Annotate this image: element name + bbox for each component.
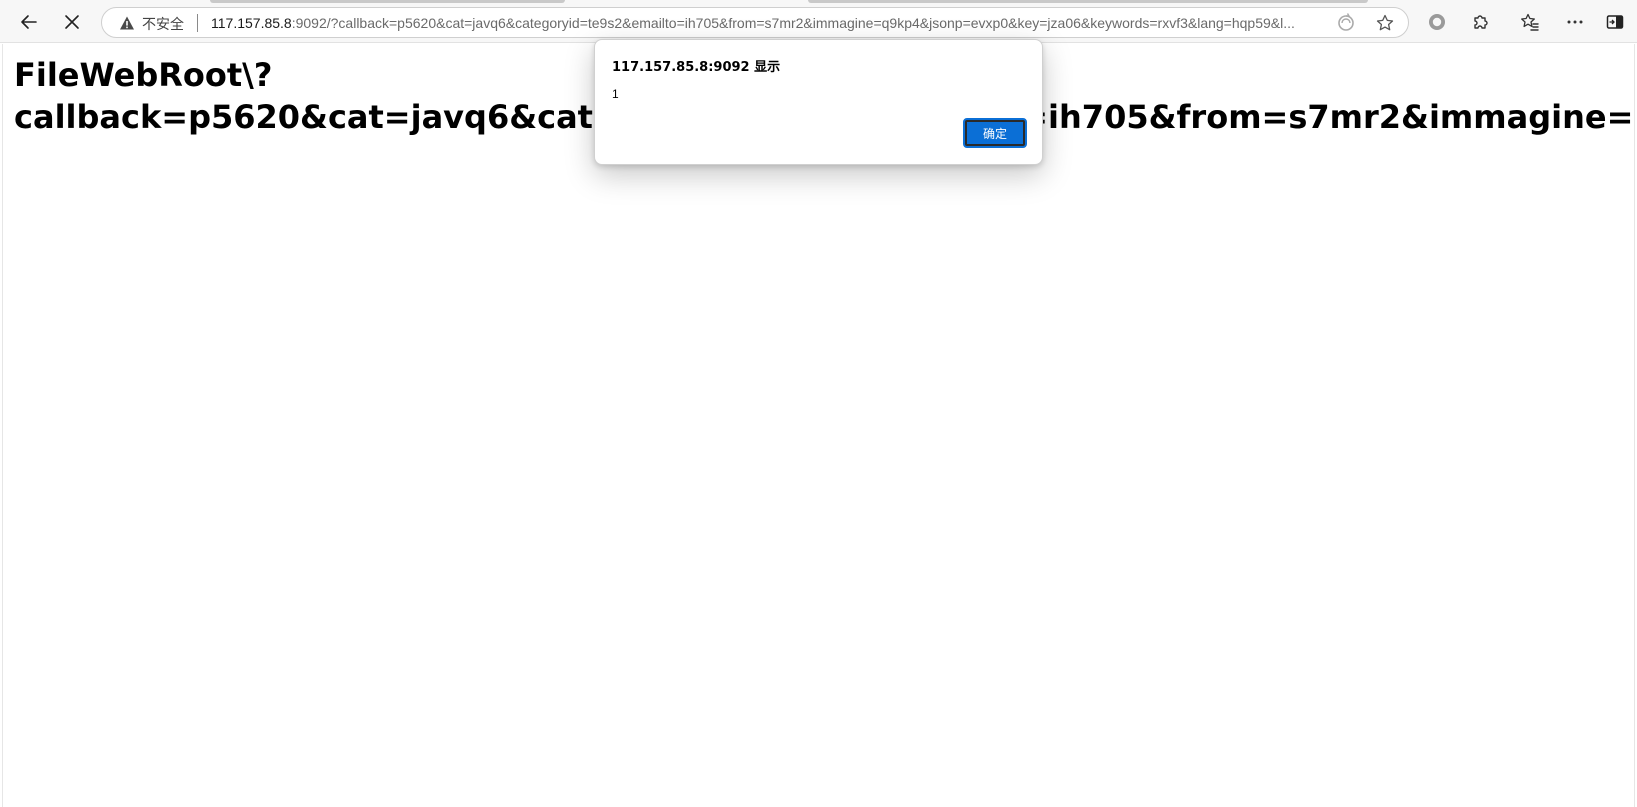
puzzle-extension-icon bbox=[1474, 15, 1488, 29]
alert-dialog: 117.157.85.8:9092 显示 1 确定 bbox=[594, 39, 1043, 165]
refresh-cycle-icon[interactable] bbox=[1336, 13, 1356, 33]
favorites-button[interactable] bbox=[1514, 6, 1546, 38]
back-button[interactable] bbox=[13, 6, 45, 38]
security-status-label[interactable]: 不安全 bbox=[142, 14, 184, 34]
sidebar-toggle-button[interactable] bbox=[1599, 6, 1631, 38]
stop-loading-button[interactable] bbox=[56, 6, 88, 38]
more-menu-button[interactable] bbox=[1559, 6, 1591, 38]
omnibox-divider bbox=[197, 14, 198, 32]
record-button[interactable] bbox=[1421, 6, 1453, 38]
record-icon bbox=[1429, 14, 1445, 30]
browser-toolbar: 不安全 117.157.85.8:9092/?callback=p5620&ca… bbox=[0, 0, 1637, 43]
address-bar[interactable]: 不安全 117.157.85.8:9092/?callback=p5620&ca… bbox=[101, 7, 1409, 38]
arrow-left-icon bbox=[21, 15, 37, 29]
url-text[interactable]: 117.157.85.8:9092/?callback=p5620&cat=ja… bbox=[211, 15, 1321, 31]
dialog-message: 1 bbox=[612, 87, 619, 101]
ok-button[interactable]: 确定 bbox=[963, 118, 1027, 148]
more-icon bbox=[1567, 20, 1583, 24]
star-icon[interactable] bbox=[1375, 13, 1395, 33]
tab-strip-edge bbox=[808, 0, 1368, 3]
warning-triangle-icon[interactable] bbox=[119, 15, 135, 31]
browser-window: 不安全 117.157.85.8:9092/?callback=p5620&ca… bbox=[0, 0, 1637, 807]
url-path: :9092/?callback=p5620&cat=javq6&category… bbox=[291, 15, 1295, 31]
extensions-button[interactable] bbox=[1465, 6, 1497, 38]
sidebar-toggle-icon bbox=[1606, 15, 1624, 29]
dialog-title: 117.157.85.8:9092 显示 bbox=[612, 60, 781, 75]
close-icon bbox=[65, 15, 79, 29]
tab-strip-edge bbox=[210, 0, 565, 3]
url-host: 117.157.85.8 bbox=[211, 15, 292, 31]
favorites-icon bbox=[1521, 13, 1539, 31]
